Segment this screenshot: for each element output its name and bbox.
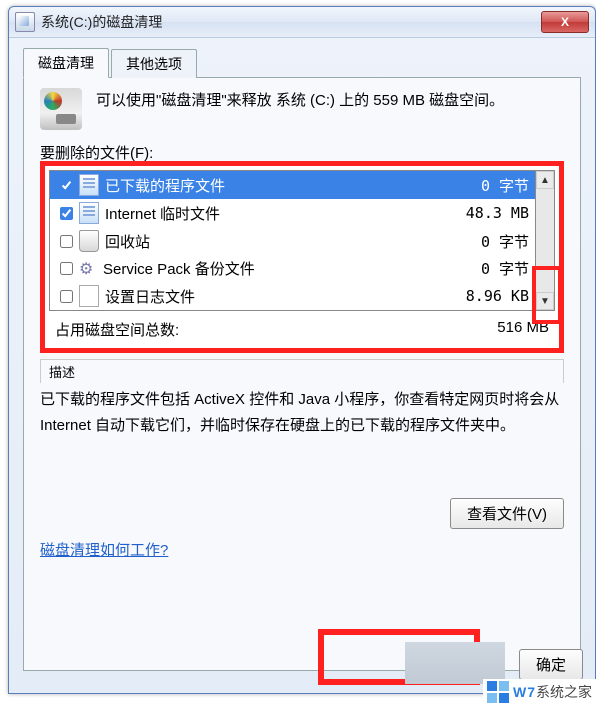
crop-overlay bbox=[596, 0, 602, 709]
file-name: 设置日志文件 bbox=[105, 286, 449, 307]
file-row[interactable]: Internet 临时文件 48.3 MB bbox=[50, 199, 535, 227]
file-size: 0 字节 bbox=[449, 231, 529, 252]
file-name: 已下载的程序文件 bbox=[105, 175, 449, 196]
info-row: 可以使用"磁盘清理"来释放 系统 (C:) 上的 559 MB 磁盘空间。 bbox=[40, 88, 564, 130]
scroll-up-icon[interactable]: ▲ bbox=[536, 171, 554, 189]
file-size: 8.96 KB bbox=[449, 287, 529, 305]
file-size: 0 字节 bbox=[449, 258, 529, 279]
files-to-delete-label: 要删除的文件(F): bbox=[40, 142, 564, 163]
description-text: 已下载的程序文件包括 ActiveX 控件和 Java 小程序，你查看特定网页时… bbox=[40, 387, 564, 438]
scrollbar[interactable]: ▲ ▼ bbox=[535, 170, 555, 311]
recycle-bin-icon bbox=[79, 230, 99, 252]
total-value: 516 MB bbox=[497, 319, 549, 340]
log-file-icon bbox=[79, 285, 99, 307]
dialog-buttons: 确定 bbox=[519, 649, 583, 680]
disk-cleanup-icon bbox=[15, 12, 35, 32]
file-checkbox[interactable] bbox=[60, 235, 73, 248]
file-checkbox[interactable] bbox=[60, 179, 73, 192]
temp-file-icon bbox=[79, 202, 99, 224]
file-list[interactable]: 已下载的程序文件 0 字节 Internet 临时文件 48.3 MB bbox=[49, 170, 535, 311]
file-size: 0 字节 bbox=[449, 175, 529, 196]
view-files-button[interactable]: 查看文件(V) bbox=[450, 498, 564, 529]
file-name: Internet 临时文件 bbox=[105, 203, 449, 224]
scroll-down-icon[interactable]: ▼ bbox=[536, 292, 554, 310]
tab-other[interactable]: 其他选项 bbox=[111, 49, 197, 78]
file-row[interactable]: Service Pack 备份文件 0 字节 bbox=[50, 255, 535, 282]
total-row: 占用磁盘空间总数: 516 MB bbox=[45, 311, 559, 348]
drive-icon bbox=[40, 88, 82, 130]
how-it-works-link[interactable]: 磁盘清理如何工作? bbox=[40, 542, 168, 559]
watermark-logo-icon bbox=[487, 681, 509, 703]
file-size: 48.3 MB bbox=[449, 204, 529, 222]
watermark-text: 系统之家 bbox=[536, 684, 592, 700]
service-pack-icon bbox=[79, 259, 97, 279]
file-row[interactable]: 回收站 0 字节 bbox=[50, 227, 535, 255]
info-text: 可以使用"磁盘清理"来释放 系统 (C:) 上的 559 MB 磁盘空间。 bbox=[96, 88, 504, 114]
total-label: 占用磁盘空间总数: bbox=[55, 319, 179, 340]
window-title: 系统(C:)的磁盘清理 bbox=[41, 12, 541, 32]
file-name: 回收站 bbox=[105, 231, 449, 252]
close-button[interactable]: X bbox=[541, 11, 589, 33]
file-checkbox[interactable] bbox=[60, 207, 73, 220]
program-file-icon bbox=[79, 174, 99, 196]
overlay-cover bbox=[405, 642, 505, 684]
description-label: 描述 bbox=[40, 359, 564, 383]
dialog-content: 磁盘清理 其他选项 可以使用"磁盘清理"来释放 系统 (C:) 上的 559 M… bbox=[9, 38, 595, 694]
file-name: Service Pack 备份文件 bbox=[103, 258, 449, 279]
watermark: W7系统之家 bbox=[483, 679, 596, 705]
file-checkbox[interactable] bbox=[60, 262, 73, 275]
title-bar[interactable]: 系统(C:)的磁盘清理 X bbox=[9, 7, 595, 38]
ok-button[interactable]: 确定 bbox=[519, 649, 583, 680]
dialog-window: 系统(C:)的磁盘清理 X 磁盘清理 其他选项 可以使用"磁盘清理"来释放 系统… bbox=[8, 6, 596, 694]
highlight-box-files: 已下载的程序文件 0 字节 Internet 临时文件 48.3 MB bbox=[40, 161, 564, 353]
tab-row: 磁盘清理 其他选项 bbox=[23, 48, 581, 78]
tab-cleanup[interactable]: 磁盘清理 bbox=[23, 48, 109, 78]
tab-panel: 可以使用"磁盘清理"来释放 系统 (C:) 上的 559 MB 磁盘空间。 要删… bbox=[23, 77, 581, 671]
watermark-brand: W7 bbox=[513, 684, 536, 700]
file-checkbox[interactable] bbox=[60, 290, 73, 303]
file-row[interactable]: 设置日志文件 8.96 KB bbox=[50, 282, 535, 310]
file-row[interactable]: 已下载的程序文件 0 字节 bbox=[50, 171, 535, 199]
